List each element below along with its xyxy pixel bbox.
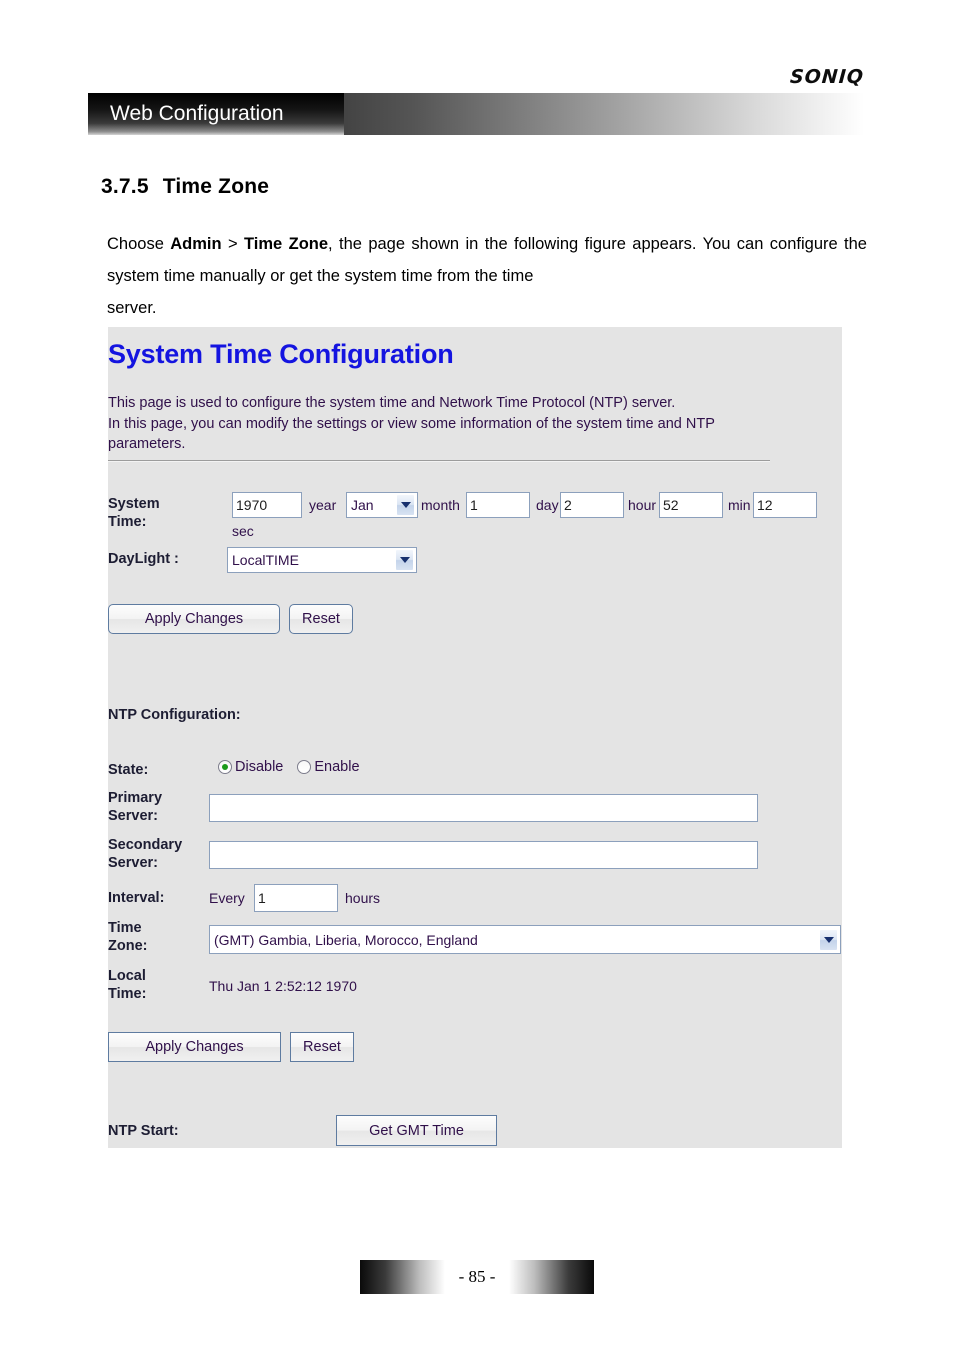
section-divider: [108, 460, 770, 462]
radio-enable[interactable]: [297, 760, 312, 774]
daylight-select-value: LocalTIME: [232, 552, 299, 568]
footer-bar-left: [359, 1260, 445, 1294]
interval-prefix-label: Every: [209, 890, 245, 906]
paragraph-bold-admin: Admin: [170, 235, 222, 253]
timezone-select[interactable]: (GMT) Gambia, Liberia, Morocco, England: [209, 925, 841, 954]
paragraph-bold-timezone: Time Zone: [244, 235, 329, 253]
page-header-banner: Web Configuration: [88, 93, 864, 135]
local-time-label-line-2: Time:: [108, 986, 147, 1002]
page-number: - 85 -: [458, 1267, 496, 1286]
primary-server-label-line-1: Primary: [108, 790, 163, 806]
secondary-server-label: Secondary Server:: [108, 836, 220, 872]
reset-button-top[interactable]: Reset: [289, 604, 353, 634]
local-time-label: Local Time:: [108, 967, 218, 1003]
section-heading: 3.7.5 Time Zone: [101, 175, 269, 199]
chevron-down-icon[interactable]: [395, 549, 414, 571]
daylight-select[interactable]: LocalTIME: [227, 547, 417, 573]
page-footer: - 85 -: [0, 1260, 954, 1294]
daylight-label: DayLight :: [108, 551, 179, 567]
radio-enable-label: Enable: [314, 759, 360, 775]
brand-logo-row: SONIQ: [0, 66, 865, 92]
page-description-line-2: In this page, you can modify the setting…: [108, 415, 715, 432]
local-time-label-line-1: Local: [108, 968, 146, 984]
chevron-down-icon[interactable]: [819, 928, 838, 951]
secondary-server-label-line-2: Server:: [108, 855, 158, 871]
state-radio-group[interactable]: Disable Enable: [218, 759, 374, 775]
paragraph-text-2: >: [221, 235, 245, 253]
hour-unit-label: hour: [628, 497, 657, 513]
min-input[interactable]: [659, 492, 723, 518]
ntp-start-label: NTP Start:: [108, 1123, 179, 1139]
interval-label: Interval:: [108, 890, 165, 906]
min-unit-label: min: [728, 497, 751, 513]
paragraph-text-1: Choose: [107, 235, 171, 253]
year-input[interactable]: [232, 492, 302, 518]
system-time-label-line-2: Time:: [108, 514, 147, 530]
footer-bar-right: [509, 1260, 595, 1294]
secondary-server-input[interactable]: [209, 841, 758, 869]
primary-server-label: Primary Server:: [108, 789, 218, 825]
system-time-label: System Time:: [108, 495, 218, 531]
section-number: 3.7.5: [101, 175, 149, 198]
day-unit-label: day: [536, 497, 559, 513]
month-select-value: Jan: [351, 497, 374, 513]
page-description-line-1: This page is used to configure the syste…: [108, 395, 676, 411]
page-title: System Time Configuration: [108, 339, 454, 369]
state-label: State:: [108, 762, 149, 778]
interval-input[interactable]: [254, 884, 338, 912]
apply-changes-button-bottom[interactable]: Apply Changes: [108, 1032, 281, 1062]
timezone-label-line-1: Time: [108, 920, 142, 936]
year-unit-label: year: [309, 497, 337, 513]
interval-suffix-label: hours: [345, 890, 381, 906]
hour-input[interactable]: [560, 492, 624, 518]
timezone-label-line-2: Zone:: [108, 938, 148, 954]
section-title: Time Zone: [162, 175, 270, 198]
system-time-label-line-1: System: [108, 496, 160, 512]
get-gmt-time-button[interactable]: Get GMT Time: [336, 1115, 497, 1146]
radio-disable[interactable]: [218, 760, 232, 774]
chevron-down-icon[interactable]: [396, 494, 415, 516]
sec-unit-label: sec: [232, 523, 254, 539]
soniq-logo: SONIQ: [789, 66, 865, 88]
local-time-value: Thu Jan 1 2:52:12 1970: [209, 978, 357, 994]
secondary-server-label-line-1: Secondary: [108, 837, 183, 853]
sec-input[interactable]: [753, 492, 817, 518]
header-banner-title: Web Configuration: [110, 102, 284, 125]
primary-server-label-line-2: Server:: [108, 808, 158, 824]
timezone-select-value: (GMT) Gambia, Liberia, Morocco, England: [214, 931, 478, 948]
ntp-configuration-heading: NTP Configuration:: [108, 707, 241, 723]
radio-disable-label: Disable: [235, 759, 284, 775]
router-web-ui-screenshot: System Time Configuration This page is u…: [108, 327, 842, 1148]
page-description: This page is used to configure the syste…: [108, 393, 828, 455]
day-input[interactable]: [466, 492, 530, 518]
month-unit-label: month: [421, 497, 460, 513]
month-select[interactable]: Jan: [346, 492, 418, 518]
intro-paragraph: Choose Admin > Time Zone, the page shown…: [107, 228, 867, 324]
timezone-label: Time Zone:: [108, 919, 218, 955]
apply-changes-button-top[interactable]: Apply Changes: [108, 604, 280, 634]
page-description-line-3: parameters.: [108, 436, 186, 452]
reset-button-bottom[interactable]: Reset: [290, 1032, 354, 1062]
paragraph-text-4: server.: [107, 299, 157, 317]
primary-server-input[interactable]: [209, 794, 758, 822]
